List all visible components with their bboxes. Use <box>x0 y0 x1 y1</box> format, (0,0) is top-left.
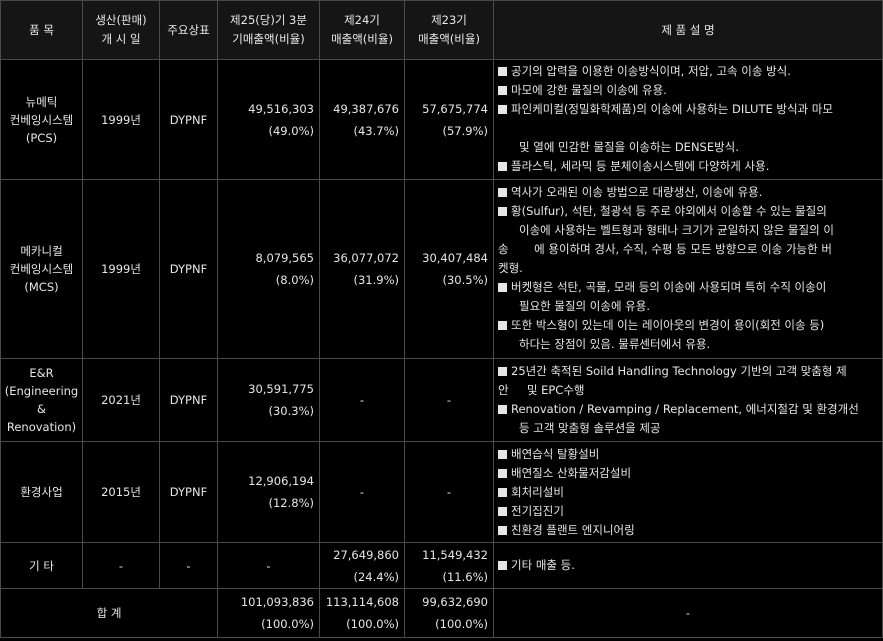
header-row: 품 목 생산(판매) 개 시 일 주요상표 제25(당)기 3분 기매출액(비율) … <box>0 0 883 60</box>
bullet-icon <box>498 67 507 76</box>
brand: DYPNF <box>159 358 218 442</box>
product-name: 메카니컬 컨베잉시스템 (MCS) <box>0 179 83 359</box>
col-header-q23: 제23기 매출액(비율) <box>404 0 494 60</box>
total-row: 합 계 101,093,836 (100.0%) 113,114,608 (100.… <box>0 588 883 638</box>
brand: DYPNF <box>159 179 218 359</box>
product-description: 기타 매출 등. <box>493 542 883 589</box>
sales-q25: 12,906,194 (12.8%) <box>217 441 320 543</box>
brand: DYPNF <box>159 59 218 180</box>
total-q23: 99,632,690 (100.0%) <box>404 588 494 638</box>
col-header-q25: 제25(당)기 3분 기매출액(비율) <box>217 0 320 60</box>
product-description: 25년간 축적된 Soild Handling Technology 기반의 고… <box>493 358 883 442</box>
product-name: 기 타 <box>0 542 83 589</box>
sales-q25: 8,079,565 (8.0%) <box>217 179 320 359</box>
sales-q25: 49,516,303 (49.0%) <box>217 59 320 180</box>
sales-q24: 36,077,072 (31.9%) <box>319 179 405 359</box>
bullet-icon <box>498 188 507 197</box>
product-description: 배연습식 탈황설비 배연질소 산화물저감설비 회처리설비 전기집진기 친환경 플… <box>493 441 883 543</box>
product-name: 환경사업 <box>0 441 83 543</box>
bullet-icon <box>498 526 507 535</box>
sales-q23: 30,407,484 (30.5%) <box>404 179 494 359</box>
brand: DYPNF <box>159 441 218 543</box>
table-row: E&R (Engineering & Renovation) 2021년 DYPNF… <box>0 358 883 442</box>
bullet-icon <box>498 283 507 292</box>
bullet-icon <box>498 367 507 376</box>
launch-year: 1999년 <box>82 59 160 180</box>
total-q24: 113,114,608 (100.0%) <box>319 588 405 638</box>
table-row: 뉴메틱 컨베잉시스템 (PCS) 1999년 DYPNF 49,516,303 (49… <box>0 59 883 180</box>
product-description: 공기의 압력을 이용한 이송방식이며, 저압, 고속 이송 방식. 마모에 강한… <box>493 59 883 180</box>
sales-q23: 57,675,774 (57.9%) <box>404 59 494 180</box>
sales-q24: 27,649,860 (24.4%) <box>319 542 405 589</box>
total-q25: 101,093,836 (100.0%) <box>217 588 320 638</box>
sales-q25: - <box>217 542 320 589</box>
col-header-item: 품 목 <box>0 0 83 60</box>
total-description: - <box>493 588 883 638</box>
launch-year: - <box>82 542 160 589</box>
sales-q24: - <box>319 358 405 442</box>
sales-q23: - <box>404 441 494 543</box>
bullet-icon <box>498 105 507 114</box>
product-name: E&R (Engineering & Renovation) <box>0 358 83 442</box>
product-sales-table: 품 목 생산(판매) 개 시 일 주요상표 제25(당)기 3분 기매출액(비율) … <box>0 0 883 638</box>
table-row: 환경사업 2015년 DYPNF 12,906,194 (12.8%) - - 배… <box>0 441 883 543</box>
launch-year: 2015년 <box>82 441 160 543</box>
bullet-icon <box>498 469 507 478</box>
table-row: 메카니컬 컨베잉시스템 (MCS) 1999년 DYPNF 8,079,565 (8.… <box>0 179 883 359</box>
bullet-icon <box>498 450 507 459</box>
table-row: 기 타 - - - 27,649,860 (24.4%) 11,549,432 (1… <box>0 542 883 589</box>
sales-q25: 30,591,775 (30.3%) <box>217 358 320 442</box>
brand: - <box>159 542 218 589</box>
product-description: 역사가 오래된 이송 방법으로 대량생산, 이송에 유용. 황(Sulfur),… <box>493 179 883 359</box>
product-name: 뉴메틱 컨베잉시스템 (PCS) <box>0 59 83 180</box>
bullet-icon <box>498 561 507 570</box>
bullet-icon <box>498 321 507 330</box>
launch-year: 2021년 <box>82 358 160 442</box>
bullet-icon <box>498 488 507 497</box>
total-label: 합 계 <box>0 588 218 638</box>
launch-year: 1999년 <box>82 179 160 359</box>
sales-q23: 11,549,432 (11.6%) <box>404 542 494 589</box>
col-header-brand: 주요상표 <box>159 0 218 60</box>
col-header-desc: 제 품 설 명 <box>493 0 883 60</box>
bullet-icon <box>498 207 507 216</box>
col-header-q24: 제24기 매출액(비율) <box>319 0 405 60</box>
bullet-icon <box>498 162 507 171</box>
sales-q24: 49,387,676 (43.7%) <box>319 59 405 180</box>
bullet-icon <box>498 86 507 95</box>
sales-q23: - <box>404 358 494 442</box>
bullet-icon <box>498 405 507 414</box>
col-header-launch: 생산(판매) 개 시 일 <box>82 0 160 60</box>
sales-q24: - <box>319 441 405 543</box>
bullet-icon <box>498 507 507 516</box>
